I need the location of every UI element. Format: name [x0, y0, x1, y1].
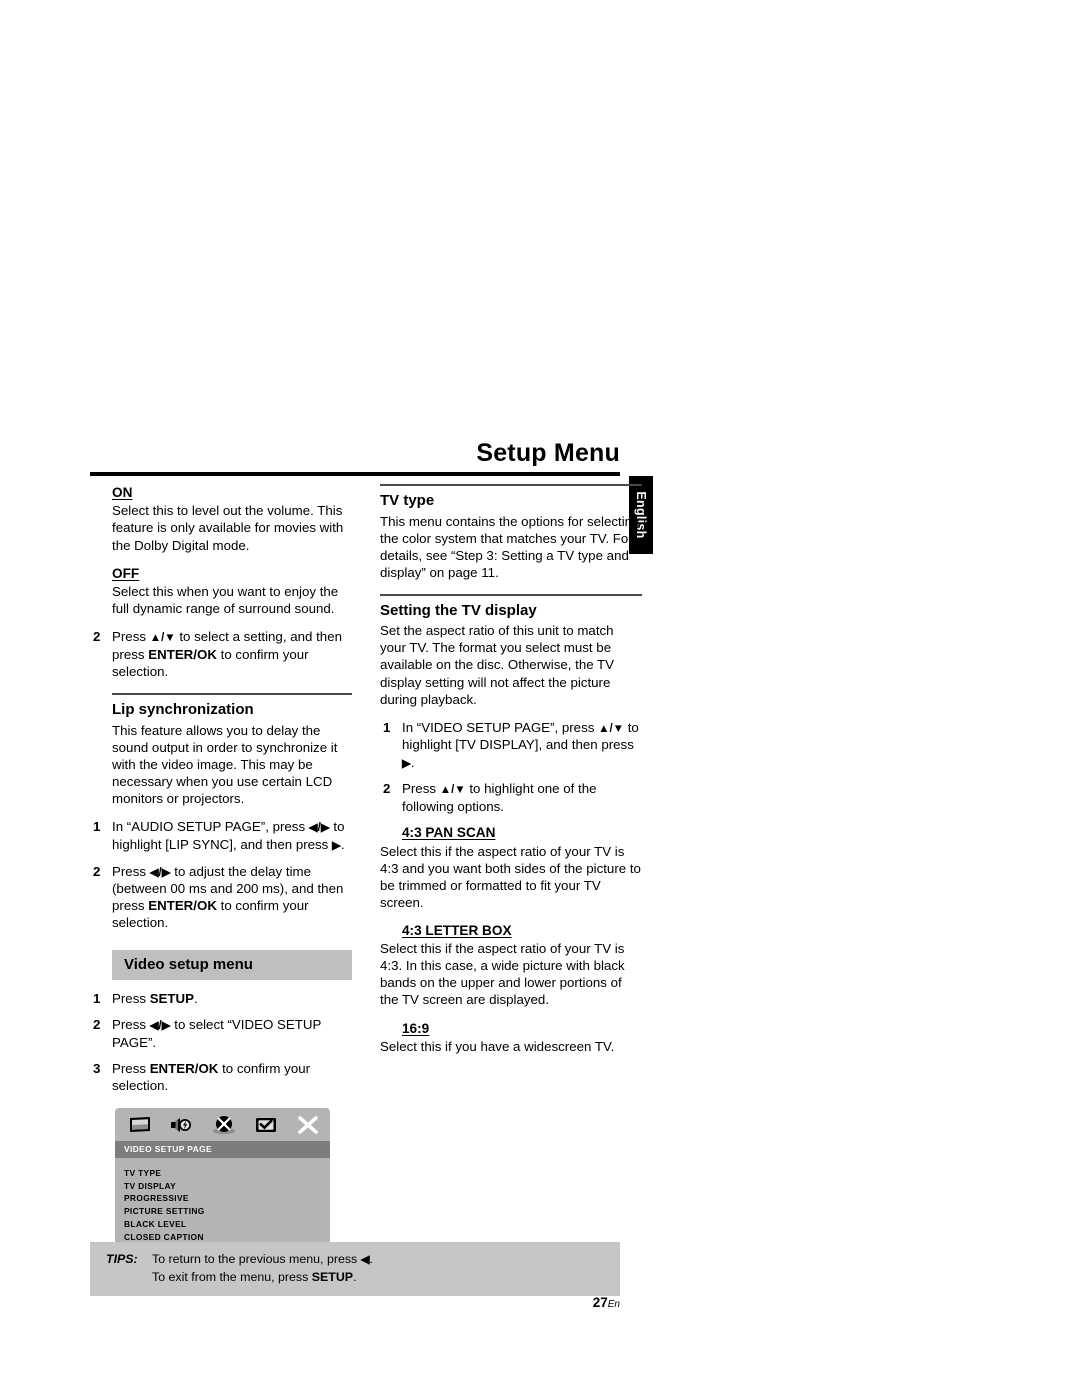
- tips-line-1: To return to the previous menu, press ◀.: [152, 1251, 620, 1269]
- key-label: SETUP: [311, 1269, 354, 1284]
- list-number: 2: [93, 1017, 101, 1033]
- list-item: 1 Press SETUP.: [90, 990, 352, 1007]
- heading-pan-scan: 4:3 PAN SCAN: [402, 825, 496, 841]
- arrow-right-icon: ▶: [332, 839, 341, 852]
- heading-lip-synchronization: Lip synchronization: [112, 701, 254, 719]
- list-text: In “VIDEO SETUP PAGE”, press: [402, 719, 599, 735]
- tips-line-1-text: To return to the previous menu, press: [152, 1252, 361, 1266]
- right-column: TV type This menu contains the options f…: [380, 484, 642, 1066]
- list-number: 2: [93, 863, 101, 879]
- list-item: 2 Press ◀/▶ to select “VIDEO SETUP PAGE”…: [90, 1016, 352, 1051]
- close-x-icon: [295, 1114, 321, 1136]
- tips-content: TIPS: To return to the previous menu, pr…: [90, 1251, 620, 1286]
- disc-icon: [211, 1114, 237, 1136]
- tv-screen-icon: [127, 1114, 153, 1136]
- manual-page: Setup Menu English ON Select this to lev…: [0, 0, 1080, 1381]
- tips-line-2-end: .: [353, 1269, 357, 1284]
- arrow-right-icon: ▶: [402, 757, 411, 770]
- osd-screenshot: VIDEO SETUP PAGE TV TYPE TV DISPLAY PROG…: [115, 1108, 330, 1257]
- list-text: Press: [112, 1017, 150, 1033]
- key-label: ENTER/OK: [148, 898, 217, 914]
- list-text: Press: [112, 863, 150, 879]
- heading-widescreen: 16:9: [402, 1020, 430, 1036]
- arrow-left-icon: ◀: [360, 1254, 370, 1266]
- left-column: ON Select this to level out the volume. …: [90, 484, 352, 1257]
- tips-label: TIPS:: [106, 1252, 138, 1266]
- section-divider: [380, 484, 642, 486]
- body-setting-the-tv-display: Set the aspect ratio of this unit to mat…: [380, 623, 615, 707]
- body-widescreen: Select this if you have a widescreen TV.: [380, 1038, 615, 1054]
- title-divider: [90, 472, 620, 476]
- page-number: 27En: [90, 1295, 620, 1310]
- section-divider: [380, 593, 642, 596]
- list-number: 1: [93, 991, 101, 1007]
- body-letter-box: Select this if the aspect ratio of your …: [380, 941, 625, 1008]
- list-number: 1: [93, 818, 101, 834]
- key-label: SETUP: [149, 991, 195, 1007]
- tips-box: TIPS: To return to the previous menu, pr…: [90, 1242, 620, 1296]
- arrow-glyphs: ◀/▶: [149, 1020, 171, 1033]
- heading-video-setup-menu: Video setup menu: [112, 949, 352, 981]
- key-label: ENTER/OK: [148, 646, 217, 662]
- heading-on: ON: [112, 485, 133, 500]
- osd-menu-item[interactable]: TV TYPE: [124, 1167, 330, 1180]
- list-item: 1 In “VIDEO SETUP PAGE”, press ▲/▼ to hi…: [380, 719, 642, 772]
- tips-line-2-text: To exit from the menu, press: [152, 1269, 312, 1284]
- key-label: ENTER/OK: [149, 1061, 219, 1077]
- heading-off: OFF: [112, 565, 140, 581]
- osd-menu-item[interactable]: TV DISPLAY: [124, 1180, 330, 1193]
- tips-line-1-end: .: [369, 1252, 373, 1266]
- list-text: Press: [402, 781, 440, 797]
- heading-tv-type: TV type: [380, 492, 435, 509]
- list-text: Press: [112, 1061, 150, 1077]
- heading-letter-box: 4:3 LETTER BOX: [402, 922, 512, 938]
- osd-menu-item[interactable]: PICTURE SETTING: [124, 1205, 330, 1218]
- tips-line-2: To exit from the menu, press SETUP.: [152, 1269, 620, 1286]
- list-text: Press: [112, 991, 150, 1007]
- list-item: 2 Press ▲/▼ to highlight one of the foll…: [380, 780, 642, 815]
- list-number: 2: [383, 781, 391, 797]
- arrow-glyphs: ▲/▼: [598, 722, 625, 735]
- heading-setting-the-tv-display: Setting the TV display: [380, 601, 537, 619]
- arrow-glyphs: ▲/▼: [439, 784, 466, 797]
- preferences-icon: [253, 1114, 279, 1136]
- list-number: 1: [383, 719, 391, 735]
- osd-icon-row: [115, 1108, 330, 1141]
- list-item: 1 In “AUDIO SETUP PAGE”, press ◀/▶ to hi…: [90, 818, 352, 854]
- section-divider: [112, 693, 352, 696]
- body-tv-type: This menu contains the options for selec…: [380, 513, 640, 580]
- list-number: 3: [93, 1061, 101, 1077]
- list-text: In “AUDIO SETUP PAGE”, press: [112, 818, 309, 834]
- body-on: Select this to level out the volume. Thi…: [112, 503, 344, 553]
- list-text: Press: [112, 629, 150, 645]
- arrow-glyphs: ▲/▼: [149, 632, 176, 645]
- body-off: Select this when you want to enjoy the f…: [112, 584, 339, 617]
- speaker-audio-icon: [169, 1114, 195, 1136]
- list-text-end: .: [194, 991, 198, 1007]
- osd-menu-item[interactable]: PROGRESSIVE: [124, 1192, 330, 1205]
- list-number: 2: [93, 629, 101, 645]
- page-number-value: 27: [592, 1295, 608, 1310]
- body-lip-synchronization: This feature allows you to delay the sou…: [112, 722, 338, 806]
- osd-page-title: VIDEO SETUP PAGE: [115, 1141, 330, 1158]
- osd-menu-item[interactable]: BLACK LEVEL: [124, 1218, 330, 1231]
- arrow-glyphs: ◀/▶: [149, 866, 171, 879]
- list-text-end: .: [340, 836, 345, 852]
- list-item: 3 Press ENTER/OK to confirm your selecti…: [90, 1060, 352, 1094]
- list-item: 2 Press ▲/▼ to select a setting, and the…: [90, 628, 352, 680]
- arrow-glyphs: ◀/▶: [308, 821, 330, 834]
- list-text-end: .: [410, 754, 415, 770]
- list-item: 2 Press ◀/▶ to adjust the delay time (be…: [90, 863, 352, 932]
- body-pan-scan: Select this if the aspect ratio of your …: [380, 843, 641, 910]
- page-number-lang: En: [607, 1299, 620, 1310]
- page-title: Setup Menu: [476, 439, 620, 467]
